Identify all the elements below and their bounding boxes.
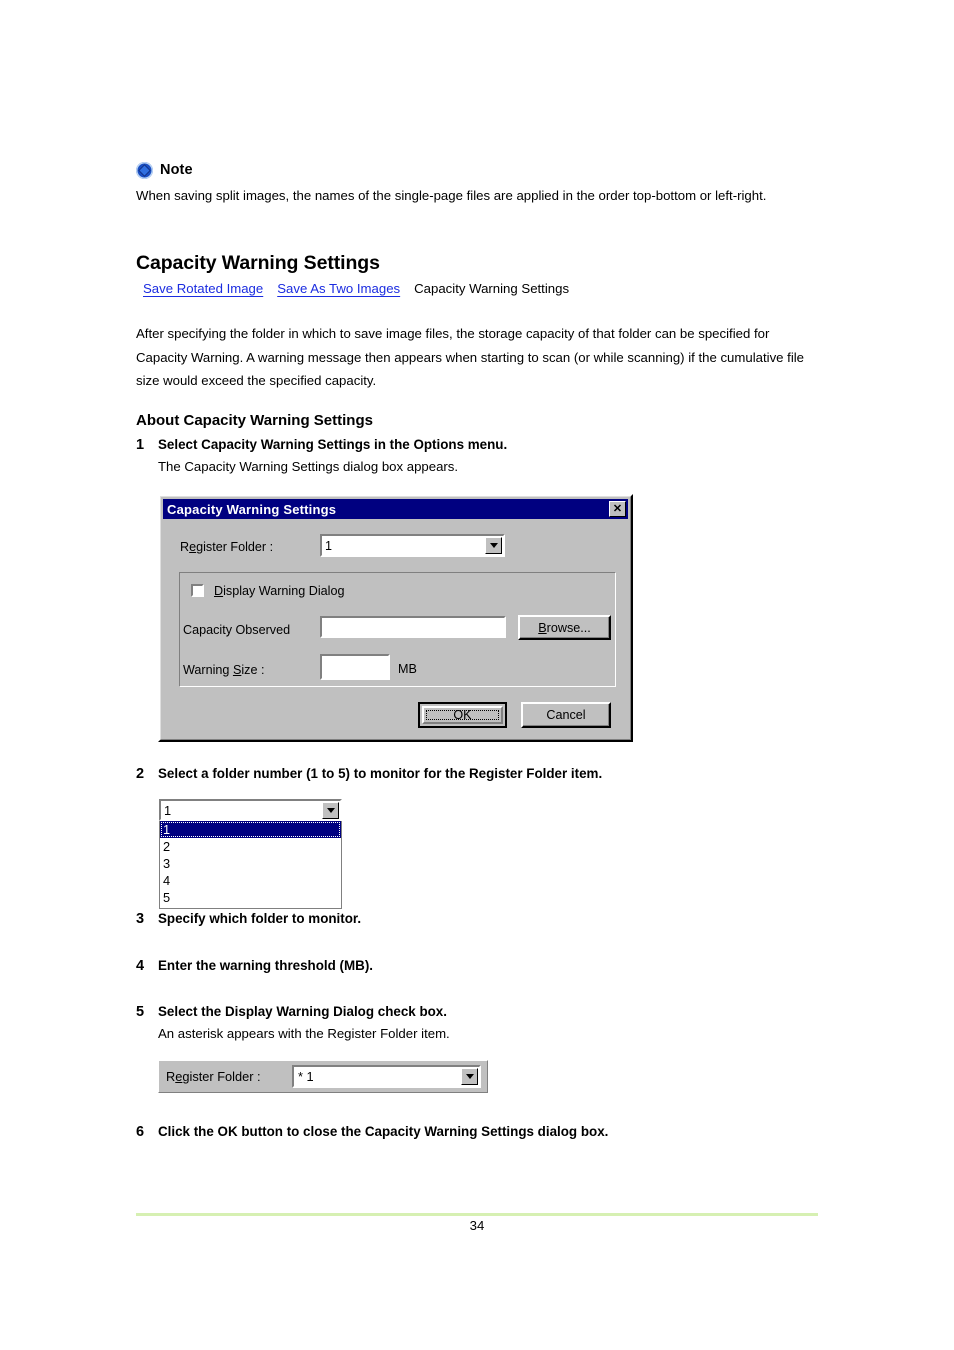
dropdown-option-4[interactable]: 4 [160, 872, 341, 889]
cancel-button-label: Cancel [546, 708, 586, 722]
dropdown-option-5[interactable]: 5 [160, 889, 341, 906]
register-folder-widget-combobox[interactable]: * 1 [292, 1065, 481, 1088]
step-3-number: 3 [136, 911, 145, 927]
step-5-title: Select the Display Warning Dialog check … [158, 1004, 447, 1019]
dropdown-option-2[interactable]: 2 [160, 838, 341, 855]
step-2-title: Select a folder number (1 to 5) to monit… [158, 766, 603, 781]
folder-number-combobox[interactable]: 1 [159, 799, 342, 821]
step-6-number: 6 [136, 1124, 145, 1140]
cancel-button[interactable]: Cancel [521, 702, 611, 728]
footer-divider [136, 1213, 818, 1216]
browse-button[interactable]: Browse... [518, 615, 611, 640]
step-6-title: Click the OK button to close the Capacit… [158, 1124, 609, 1139]
register-folder-combobox[interactable]: 1 [320, 534, 505, 557]
intro-paragraph: After specifying the folder in which to … [136, 326, 805, 388]
register-folder-value: 1 [325, 538, 333, 553]
section-subheading: About Capacity Warning Settings [136, 412, 373, 429]
browse-button-label: Browse... [538, 620, 591, 635]
step-5-number: 5 [136, 1004, 145, 1020]
chevron-down-icon[interactable] [322, 801, 339, 819]
ok-button-label: OK [426, 708, 499, 722]
display-warning-dialog-checkbox[interactable] [191, 584, 204, 597]
warning-size-unit: MB [398, 662, 417, 676]
step-5-subtext: An asterisk appears with the Register Fo… [158, 1026, 450, 1041]
chevron-down-icon[interactable] [485, 537, 502, 554]
capacity-warning-settings-dialog: Capacity Warning Settings ✕ Register Fol… [158, 494, 633, 742]
page-title: Capacity Warning Settings [136, 252, 380, 274]
step-2-number: 2 [136, 766, 145, 782]
dialog-title: Capacity Warning Settings [167, 501, 337, 517]
breadcrumb-current: Capacity Warning Settings [414, 281, 570, 296]
note-body-text: When saving split images, the names of t… [136, 188, 767, 203]
close-icon[interactable]: ✕ [609, 501, 626, 517]
step-1-number: 1 [136, 437, 145, 453]
step-4: 4 Enter the warning threshold (MB). [136, 958, 836, 974]
breadcrumb-link-save-as-two-images[interactable]: Save As Two Images [277, 281, 400, 296]
capacity-observed-label: Capacity Observed [183, 623, 291, 637]
step-4-title: Enter the warning threshold (MB). [158, 958, 373, 973]
register-folder-widget: Register Folder : * 1 [158, 1060, 488, 1093]
step-2: 2 Select a folder number (1 to 5) to mon… [136, 766, 836, 782]
chevron-down-icon[interactable] [461, 1068, 478, 1085]
step-1-subtext: The Capacity Warning Settings dialog box… [158, 459, 459, 474]
dropdown-option-3[interactable]: 3 [160, 855, 341, 872]
warning-size-label: Warning Size : [183, 663, 265, 677]
step-1-title: Select Capacity Warning Settings in the … [158, 437, 508, 452]
capacity-observed-input[interactable] [320, 616, 506, 638]
step-6: 6 Click the OK button to close the Capac… [136, 1124, 836, 1140]
ok-button[interactable]: OK [418, 702, 507, 728]
step-1: 1 Select Capacity Warning Settings in th… [136, 437, 836, 478]
dialog-titlebar[interactable]: Capacity Warning Settings ✕ [163, 499, 628, 519]
document-page: Note When saving split images, the names… [0, 0, 954, 1350]
breadcrumb: Save Rotated Image Save As Two Images Capa… [143, 281, 569, 296]
register-folder-widget-label: Register Folder : [166, 1069, 261, 1084]
note-diamond-icon [136, 161, 153, 179]
note-title: Note [160, 162, 193, 178]
step-4-number: 4 [136, 958, 145, 974]
display-warning-dialog-label[interactable]: Display Warning Dialog [214, 584, 344, 598]
register-folder-label: Register Folder : [180, 540, 274, 554]
dropdown-option-1[interactable]: 1 [160, 821, 341, 838]
folder-number-dropdown[interactable]: 1 1 2 3 4 5 [159, 799, 342, 909]
note-block: Note When saving split images, the names… [136, 160, 826, 207]
folder-number-option-list[interactable]: 1 2 3 4 5 [159, 821, 342, 909]
note-header: Note [136, 160, 826, 180]
page-number: 34 [469, 1218, 485, 1233]
breadcrumb-link-save-rotated-image[interactable]: Save Rotated Image [143, 281, 263, 296]
step-3-title: Specify which folder to monitor. [158, 911, 362, 926]
folder-number-value: 1 [164, 802, 172, 818]
step-5: 5 Select the Display Warning Dialog chec… [136, 1004, 836, 1045]
warning-size-input[interactable] [320, 654, 390, 680]
step-3: 3 Specify which folder to monitor. [136, 911, 836, 927]
register-folder-widget-value: * 1 [298, 1069, 314, 1084]
